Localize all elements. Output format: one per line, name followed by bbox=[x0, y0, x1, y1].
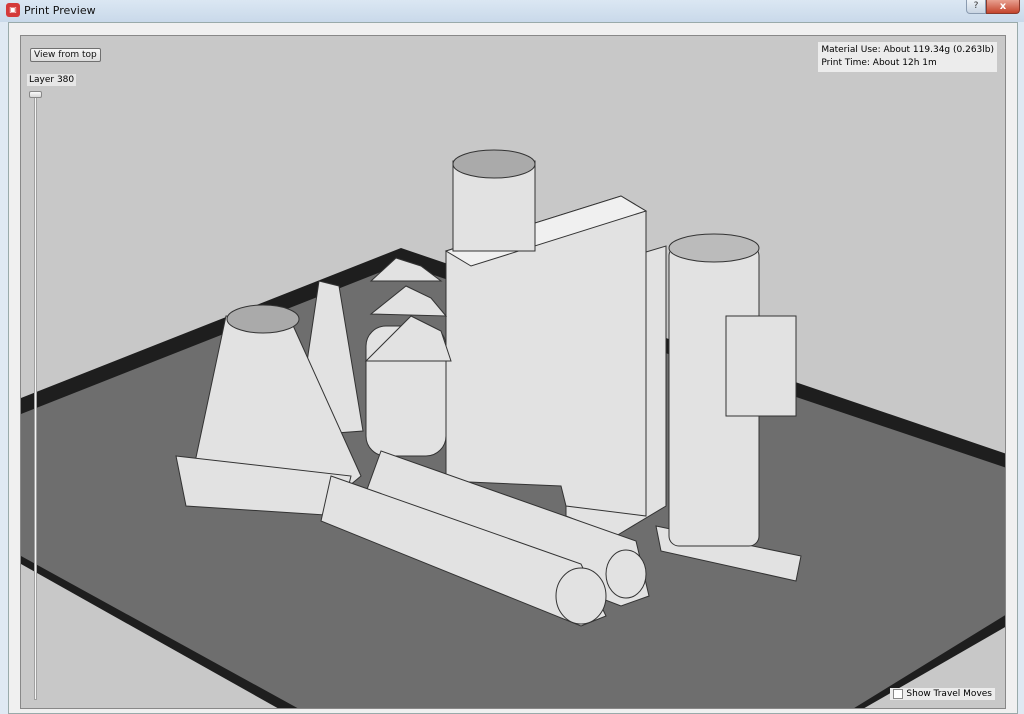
layer-slider[interactable] bbox=[34, 94, 37, 700]
travel-checkbox[interactable] bbox=[893, 689, 904, 699]
preview-viewport[interactable]: View from top Layer 380 Material Use: Ab… bbox=[20, 35, 1006, 709]
material-use: Material Use: About 119.34g (0.263lb) bbox=[821, 45, 994, 55]
show-travel-moves[interactable]: Show Travel Moves bbox=[890, 688, 995, 700]
help-button[interactable]: ? bbox=[966, 0, 986, 14]
window-title: Print Preview bbox=[24, 4, 96, 17]
title-bar: ▣ Print Preview ? x bbox=[0, 0, 1024, 22]
app-icon: ▣ bbox=[6, 3, 20, 17]
close-button[interactable]: x bbox=[986, 0, 1020, 14]
view-from-top-button[interactable]: View from top bbox=[30, 48, 101, 62]
print-time: Print Time: About 12h 1m bbox=[821, 58, 937, 68]
print-info: Material Use: About 119.34g (0.263lb) Pr… bbox=[818, 42, 997, 72]
layer-slider-thumb[interactable] bbox=[29, 91, 42, 98]
travel-label: Show Travel Moves bbox=[906, 689, 992, 699]
small-box bbox=[725, 315, 797, 417]
layer-label: Layer 380 bbox=[27, 74, 77, 86]
print-scene bbox=[21, 149, 1005, 708]
